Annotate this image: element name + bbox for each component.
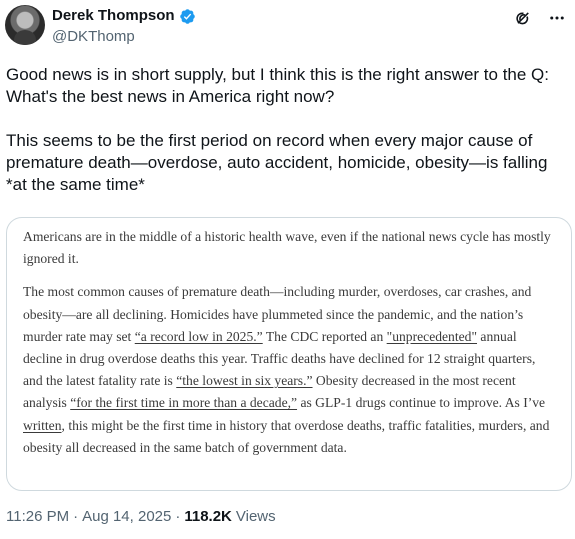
meta-separator: ·: [73, 508, 79, 525]
article-link-lowest-six-years: “the lowest in six years.”: [176, 373, 313, 389]
tweet-actions-top: [513, 8, 567, 28]
views-label: Views: [235, 508, 276, 525]
article-text: as GLP-1 drugs continue to improve. As I…: [297, 395, 546, 411]
author-handle[interactable]: @DKThomp: [52, 28, 135, 46]
tweet-date[interactable]: Aug 14, 2025: [82, 507, 171, 527]
tweet-time[interactable]: 11:26 PM: [6, 507, 69, 527]
article-excerpt: Americans are in the middle of a histori…: [23, 226, 555, 459]
article-link-unprecedented: "unprecedented": [386, 328, 478, 344]
article-link-written: written: [23, 417, 62, 433]
author-name[interactable]: Derek Thompson: [52, 7, 175, 25]
meta-separator: ·: [175, 508, 181, 525]
tweet-meta: 11:26 PM · Aug 14, 2025 · 118.2K Views: [6, 507, 276, 527]
grok-icon[interactable]: [513, 8, 533, 28]
article-paragraph-2: The most common causes of premature deat…: [23, 281, 555, 459]
verified-badge-icon: [179, 8, 196, 25]
author-name-row[interactable]: Derek Thompson: [52, 7, 196, 25]
quoted-article-image[interactable]: Americans are in the middle of a histori…: [6, 217, 572, 491]
article-link-record-low: “a record low in 2025.”: [134, 328, 263, 344]
article-text: The CDC reported an: [262, 328, 387, 344]
article-link-first-time-decade: “for the first time in more than a decad…: [70, 395, 298, 411]
more-options-icon[interactable]: [547, 8, 567, 28]
article-text: , this might be the first time in histor…: [23, 417, 550, 455]
views-count[interactable]: 118.2K: [184, 507, 232, 527]
tweet-text: Good news is in short supply, but I thin…: [6, 65, 550, 194]
avatar[interactable]: [5, 5, 45, 45]
article-paragraph-1: Americans are in the middle of a histori…: [23, 229, 551, 267]
